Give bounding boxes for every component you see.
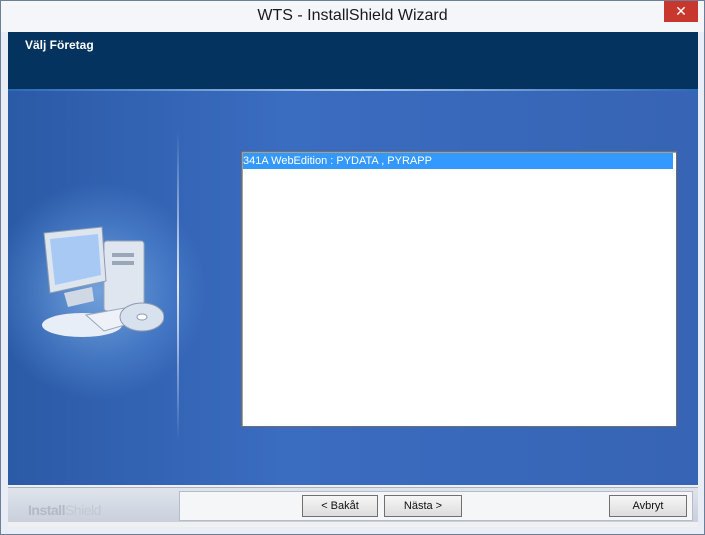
list-item[interactable]: 341A WebEdition : PYDATA , PYRAPP <box>243 153 673 169</box>
cancel-button[interactable]: Avbryt <box>609 495 687 517</box>
title-bar[interactable]: WTS - InstallShield Wizard ✕ <box>1 1 704 32</box>
wizard-footer: InstallShield < Bakåt Nästa > Avbryt <box>8 485 698 527</box>
brand-primary: Install <box>28 502 65 518</box>
cd-icon <box>119 302 164 332</box>
page-title: Välj Företag <box>25 38 94 52</box>
close-button[interactable]: ✕ <box>664 1 698 22</box>
window-title: WTS - InstallShield Wizard <box>257 7 448 24</box>
button-panel: < Bakåt Nästa > Avbryt <box>179 491 693 521</box>
footer-strip: InstallShield < Bakåt Nästa > Avbryt <box>8 487 698 522</box>
wizard-client: Välj Företag 341A WebEdition: PYDATA , … <box>8 32 698 527</box>
installer-window: WTS - InstallShield Wizard ✕ Välj Företa… <box>0 0 705 535</box>
next-button[interactable]: Nästa > <box>384 495 462 517</box>
close-icon: ✕ <box>675 3 687 19</box>
installshield-logo: InstallShield <box>28 502 101 518</box>
brand-secondary: Shield <box>64 502 101 518</box>
wizard-body: 341A WebEdition : PYDATA , PYRAPP <box>8 91 698 485</box>
back-button[interactable]: < Bakåt <box>302 495 378 517</box>
computer-illustration <box>42 226 164 337</box>
vertical-divider <box>177 131 179 441</box>
wizard-header: Välj Företag <box>8 32 698 89</box>
company-listbox[interactable]: 341A WebEdition : PYDATA , PYRAPP <box>241 151 677 427</box>
